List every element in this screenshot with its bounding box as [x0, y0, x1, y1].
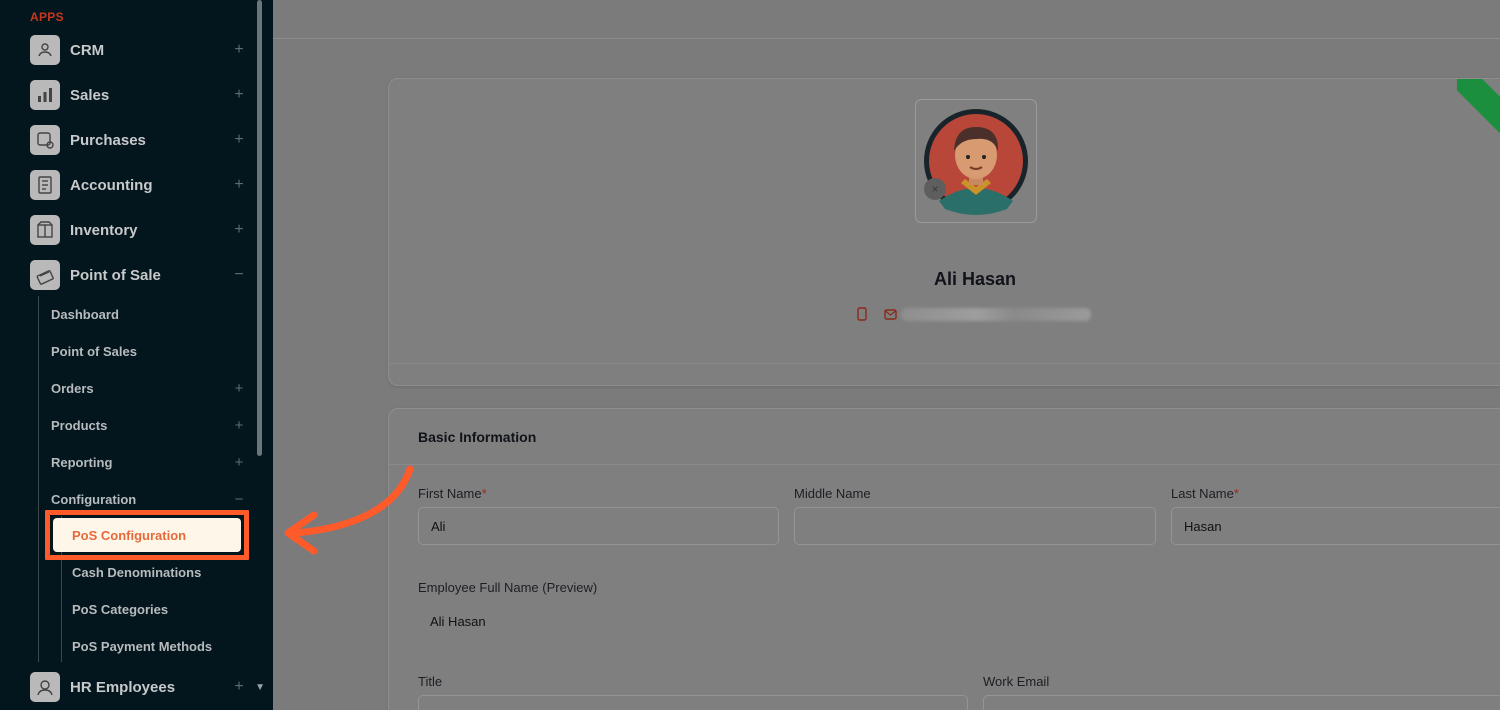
sidebar-item-label: HR Employees	[70, 678, 176, 696]
sidebar-subitem-configuration[interactable]: Configuration −	[51, 489, 245, 509]
expand-icon[interactable]: +	[233, 86, 245, 104]
sidebar-item-sales[interactable]: Sales +	[30, 78, 245, 112]
sidebar-subitem-orders[interactable]: Orders +	[51, 378, 245, 398]
expand-icon[interactable]: +	[233, 678, 245, 696]
tree-connector-line	[38, 296, 39, 662]
full-name-preview-label: Employee Full Name (Preview)	[418, 580, 598, 595]
inventory-box-icon	[30, 215, 60, 245]
sidebar-subitem-dashboard[interactable]: Dashboard	[51, 304, 245, 324]
sidebar-item-purchases[interactable]: Purchases +	[30, 123, 245, 157]
phone-icon	[855, 307, 869, 321]
expand-icon[interactable]: +	[233, 41, 245, 59]
work-email-input[interactable]	[983, 695, 1500, 710]
crm-icon	[30, 35, 60, 65]
sidebar-item-label: Sales	[70, 86, 110, 104]
sidebar-item-label: Accounting	[70, 176, 153, 194]
sidebar-subitem-label: PoS Categories	[72, 601, 169, 617]
sidebar-item-point-of-sale[interactable]: Point of Sale −	[30, 258, 245, 292]
sidebar-item-crm[interactable]: CRM +	[30, 33, 245, 67]
middle-name-label: Middle Name	[794, 486, 871, 501]
collapse-icon[interactable]: −	[233, 266, 245, 284]
sidebar-item-label: Purchases	[70, 131, 146, 149]
basic-information-card: Basic Information First Name* Ali Middle…	[388, 408, 1500, 710]
profile-card: × Ali Hasan	[388, 78, 1500, 386]
sidebar-subitem-pos-payment-methods[interactable]: PoS Payment Methods	[72, 636, 242, 656]
profile-divider	[389, 363, 1500, 364]
sidebar-subitem-cash-denominations[interactable]: Cash Denominations	[72, 562, 242, 582]
profile-name: Ali Hasan	[933, 269, 1017, 289]
email-icon	[883, 307, 897, 321]
sidebar-subitem-reporting[interactable]: Reporting +	[51, 452, 245, 472]
status-ribbon	[1457, 79, 1500, 139]
sidebar-item-accounting[interactable]: Accounting +	[30, 168, 245, 202]
sidebar: APPS CRM + Sales + Purchases + Accountin…	[0, 0, 273, 710]
highlight-frame	[45, 510, 249, 560]
expand-icon[interactable]: +	[233, 131, 245, 149]
hr-employees-icon	[30, 672, 60, 702]
expand-icon[interactable]: +	[233, 380, 245, 397]
title-input[interactable]	[418, 695, 968, 710]
sidebar-subitem-label: Products	[51, 417, 108, 433]
point-of-sale-icon	[30, 260, 60, 290]
sidebar-subitem-products[interactable]: Products +	[51, 415, 245, 435]
tutorial-arrow-icon	[284, 465, 414, 555]
sidebar-subitem-label: Configuration	[51, 491, 137, 507]
sidebar-subitem-pos-categories[interactable]: PoS Categories	[72, 599, 242, 619]
expand-icon[interactable]: +	[233, 454, 245, 471]
full-name-preview-value: Ali Hasan	[430, 614, 486, 629]
scroll-down-caret-icon[interactable]: ▼	[255, 682, 265, 693]
sidebar-subitem-label: Dashboard	[51, 306, 119, 322]
sidebar-item-label: CRM	[70, 41, 105, 59]
accounting-icon	[30, 170, 60, 200]
avatar[interactable]: ×	[915, 99, 1037, 223]
redacted-email	[901, 307, 1091, 321]
expand-icon[interactable]: +	[233, 176, 245, 194]
sidebar-subitem-label: Reporting	[51, 454, 113, 470]
sidebar-subitem-label: Cash Denominations	[72, 564, 202, 580]
avatar-illustration-icon	[924, 109, 1028, 215]
last-name-label: Last Name*	[1171, 486, 1239, 501]
middle-name-input[interactable]	[794, 507, 1156, 545]
sidebar-subitem-label: Orders	[51, 380, 94, 396]
required-mark: *	[1233, 486, 1239, 501]
title-label: Title	[418, 674, 443, 689]
expand-icon[interactable]: +	[233, 417, 245, 434]
expand-icon[interactable]: +	[233, 221, 245, 239]
section-title: Basic Information	[418, 429, 537, 445]
sidebar-subitem-label: Point of Sales	[51, 343, 137, 359]
sidebar-item-label: Inventory	[70, 221, 138, 239]
section-divider	[389, 464, 1500, 465]
sidebar-item-inventory[interactable]: Inventory +	[30, 213, 245, 247]
sidebar-item-label: Point of Sale	[70, 266, 161, 284]
sidebar-subitem-label: PoS Payment Methods	[72, 638, 213, 654]
purchases-icon	[30, 125, 60, 155]
sidebar-subitem-point-of-sales[interactable]: Point of Sales	[51, 341, 245, 361]
apps-section-label: APPS	[30, 10, 64, 24]
sales-chart-icon	[30, 80, 60, 110]
sidebar-scrollbar[interactable]	[257, 0, 262, 456]
first-name-label: First Name*	[418, 486, 487, 501]
collapse-icon[interactable]: −	[233, 491, 245, 508]
remove-avatar-icon[interactable]: ×	[924, 178, 946, 200]
topbar-divider	[273, 38, 1500, 39]
last-name-input[interactable]: Hasan	[1171, 507, 1500, 545]
contact-row	[855, 307, 1091, 321]
sidebar-item-hr-employees[interactable]: HR Employees + ▼	[30, 672, 265, 702]
required-mark: *	[481, 486, 487, 501]
main-content: × Ali Hasan Basic Information First Name…	[273, 0, 1500, 710]
first-name-input[interactable]: Ali	[418, 507, 779, 545]
work-email-label: Work Email	[983, 674, 1050, 689]
